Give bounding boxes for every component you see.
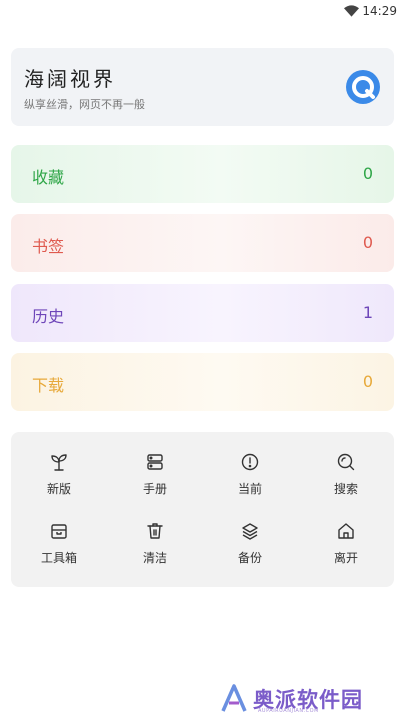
- app-logo-icon[interactable]: [345, 69, 381, 105]
- status-time: 14:29: [362, 4, 397, 18]
- sprout-icon: [51, 454, 67, 471]
- tool-manual[interactable]: 手册: [107, 452, 203, 502]
- tool-clean[interactable]: 清洁: [107, 521, 203, 571]
- history-label: 历史: [32, 307, 65, 326]
- history-card[interactable]: 历史 1: [11, 284, 394, 342]
- downloads-label: 下载: [32, 376, 65, 395]
- watermark-subtext: AUPAIRUANJIAN.COM: [258, 708, 319, 714]
- manual-icon: [147, 454, 163, 470]
- search-icon: [337, 453, 355, 471]
- tool-toolbox[interactable]: 工具箱: [11, 521, 107, 571]
- favorites-count: 0: [362, 164, 373, 183]
- tool-label: 备份: [237, 551, 262, 565]
- downloads-card[interactable]: 下载 0: [11, 353, 394, 411]
- trash-icon: [147, 523, 163, 539]
- header-card[interactable]: 海阔视界 纵享丝滑，网页不再一般: [11, 48, 394, 126]
- downloads-count: 0: [362, 372, 373, 391]
- history-count: 1: [362, 303, 373, 322]
- bookmarks-count: 0: [362, 233, 373, 252]
- info-circle-icon: [241, 453, 259, 471]
- tool-label: 清洁: [142, 551, 167, 565]
- app-subtitle: 纵享丝滑，网页不再一般: [24, 98, 145, 111]
- watermark-logo-icon: [221, 684, 247, 712]
- bookmarks-label: 书签: [32, 237, 65, 256]
- bookmarks-card[interactable]: 书签 0: [11, 214, 394, 272]
- tool-label: 离开: [333, 551, 358, 565]
- layers-icon: [242, 523, 258, 540]
- tool-backup[interactable]: 备份: [202, 521, 298, 571]
- tool-search[interactable]: 搜索: [298, 452, 394, 502]
- tool-current[interactable]: 当前: [202, 452, 298, 502]
- tool-label: 当前: [237, 482, 262, 496]
- favorites-label: 收藏: [32, 168, 65, 187]
- tool-leave[interactable]: 离开: [298, 521, 394, 571]
- watermark: 奥派软件园 AUPAIRUANJIAN.COM: [220, 684, 395, 714]
- tool-new-version[interactable]: 新版: [11, 452, 107, 502]
- tool-label: 新版: [46, 482, 71, 496]
- app-title: 海阔视界: [24, 67, 116, 91]
- tools-panel: 新版 手册 当前 搜索 工具箱 清洁 备份 离开: [11, 432, 394, 587]
- status-bar: 14:29: [0, 0, 405, 24]
- wifi-icon: [344, 5, 359, 17]
- favorites-card[interactable]: 收藏 0: [11, 145, 394, 203]
- tool-label: 手册: [142, 482, 167, 496]
- tool-label: 工具箱: [40, 551, 77, 565]
- toolbox-icon: [51, 524, 67, 539]
- home-icon: [338, 523, 354, 539]
- tool-label: 搜索: [333, 482, 358, 496]
